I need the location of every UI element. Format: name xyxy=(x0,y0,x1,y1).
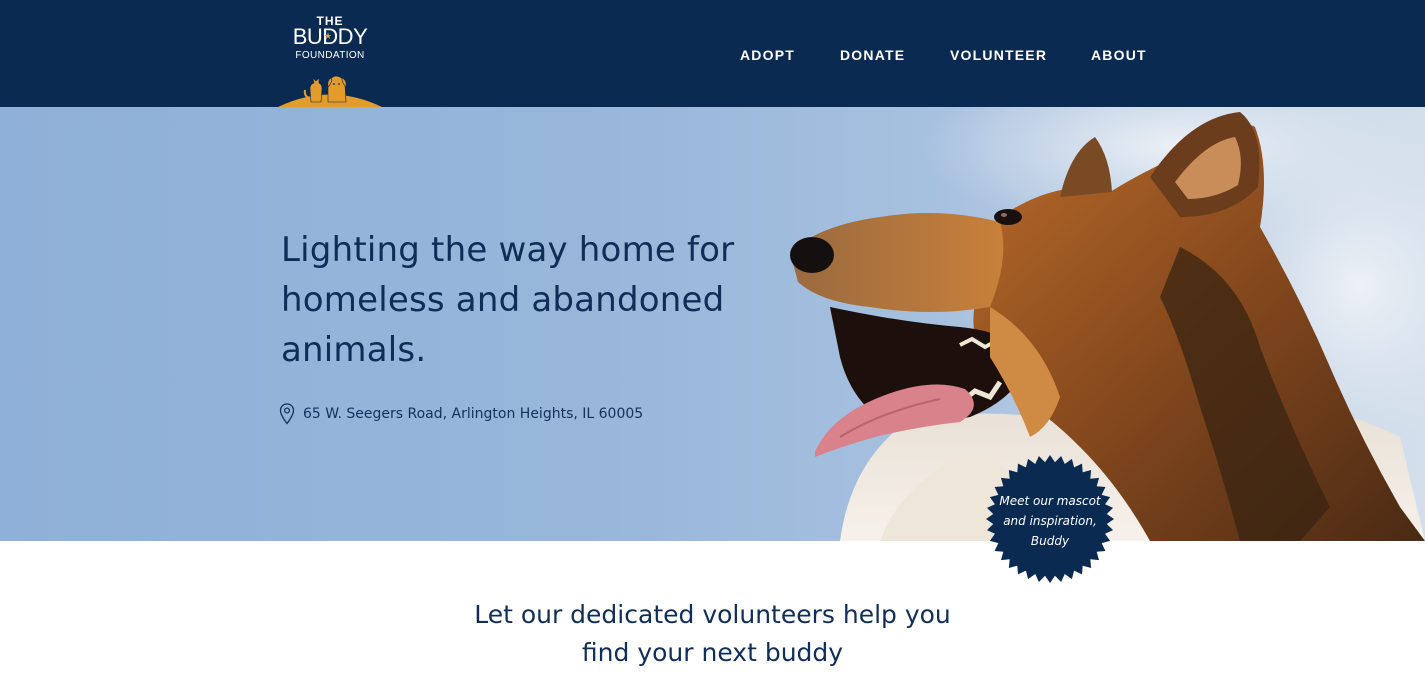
badge-text: Meet our mascot and inspiration, Buddy xyxy=(985,491,1115,551)
address-text: 65 W. Seegers Road, Arlington Heights, I… xyxy=(303,406,644,422)
nav-adopt-link[interactable]: ADOPT xyxy=(740,47,795,63)
intro-line-2: find your next buddy xyxy=(581,638,844,667)
intro-section: Let our dedicated volunteers help you fi… xyxy=(0,596,1425,672)
badge-line-1: Meet our mascot xyxy=(999,494,1101,508)
map-pin-icon xyxy=(279,403,295,425)
site-header: THE BUDDY ★ FOUNDATION ADOPT DONATE VOLU… xyxy=(0,0,1425,107)
hero-section: Lighting the way home for homeless and a… xyxy=(0,107,1425,541)
hero-address: 65 W. Seegers Road, Arlington Heights, I… xyxy=(279,402,643,426)
badge-line-3: Buddy xyxy=(1030,534,1070,548)
nav-donate-link[interactable]: DONATE xyxy=(840,47,905,63)
nav-volunteer-link[interactable]: VOLUNTEER xyxy=(950,47,1047,63)
hero-headline: Lighting the way home for homeless and a… xyxy=(281,230,735,370)
nav-about-link[interactable]: ABOUT xyxy=(1091,47,1147,63)
badge-line-2: and inspiration, xyxy=(1003,514,1097,528)
main-nav: ADOPT DONATE VOLUNTEER ABOUT xyxy=(0,0,1425,107)
mascot-badge[interactable]: Meet our mascot and inspiration, Buddy xyxy=(985,454,1115,584)
intro-line-1: Let our dedicated volunteers help you xyxy=(474,600,951,629)
